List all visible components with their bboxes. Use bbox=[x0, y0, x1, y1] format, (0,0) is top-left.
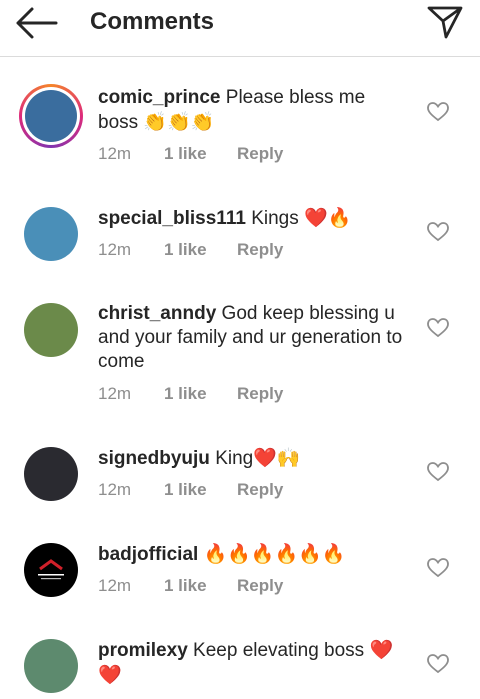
avatar[interactable] bbox=[19, 84, 83, 148]
comment-username[interactable]: badjofficial bbox=[98, 544, 198, 565]
comment-text: special_bliss111 Kings ❤️🔥 bbox=[98, 206, 403, 231]
brand-logo-icon bbox=[38, 559, 64, 580]
comment-username[interactable]: comic_prince bbox=[98, 87, 221, 108]
reply-button[interactable]: Reply bbox=[237, 239, 283, 261]
comment-time: 12m bbox=[98, 576, 132, 595]
comment-text: promilexy Keep elevating boss ❤️❤️ bbox=[98, 638, 403, 688]
comment-emoji: 👏👏👏 bbox=[143, 111, 215, 133]
comment-text: signedbyuju King❤️🙌 bbox=[98, 446, 403, 471]
reply-button[interactable]: Reply bbox=[237, 479, 283, 501]
heart-icon[interactable] bbox=[427, 102, 449, 122]
comment-meta: 12m 1 like Reply bbox=[98, 479, 283, 501]
arrow-left-icon[interactable] bbox=[14, 6, 58, 40]
comment-username[interactable]: signedbyuju bbox=[98, 448, 210, 469]
comment-text: christ_anndy God keep blessing u and you… bbox=[98, 302, 403, 374]
avatar[interactable] bbox=[24, 543, 78, 597]
page-title: Comments bbox=[90, 8, 215, 35]
comment-time: 12m bbox=[98, 240, 132, 259]
comment-body: Keep elevating boss bbox=[193, 640, 365, 661]
reply-button[interactable]: Reply bbox=[237, 575, 283, 597]
comment-body: Kings bbox=[251, 208, 299, 229]
comment-meta: 12m 1 like Reply bbox=[98, 239, 283, 261]
paper-plane-icon[interactable] bbox=[426, 4, 464, 40]
comment-likes[interactable]: 1 like bbox=[164, 239, 237, 261]
comment-text: comic_prince Please bless me boss 👏👏👏 bbox=[98, 86, 403, 135]
heart-icon[interactable] bbox=[427, 318, 449, 338]
comment-meta: 12m 1 like Reply bbox=[98, 575, 283, 597]
comment-emoji: ❤️🙌 bbox=[253, 447, 301, 469]
comment-meta: 12m 1 like Reply bbox=[98, 383, 283, 405]
header-bar: Comments bbox=[0, 0, 480, 57]
avatar[interactable] bbox=[24, 447, 78, 501]
comment-emoji: 🔥🔥🔥🔥🔥🔥 bbox=[203, 543, 346, 565]
comment-likes[interactable]: 1 like bbox=[164, 143, 237, 165]
avatar[interactable] bbox=[24, 303, 78, 357]
comment-emoji: ❤️🔥 bbox=[304, 207, 352, 229]
heart-icon[interactable] bbox=[427, 222, 449, 242]
comment-likes[interactable]: 1 like bbox=[164, 575, 237, 597]
comment-text: badjofficial 🔥🔥🔥🔥🔥🔥 bbox=[98, 542, 403, 567]
comment-time: 12m bbox=[98, 144, 132, 163]
comment-meta: 12m 1 like Reply bbox=[98, 143, 283, 165]
comment-time: 12m bbox=[98, 384, 132, 403]
comment-username[interactable]: christ_anndy bbox=[98, 303, 216, 324]
comment-time: 12m bbox=[98, 480, 132, 499]
heart-icon[interactable] bbox=[427, 654, 449, 674]
heart-icon[interactable] bbox=[427, 558, 449, 578]
heart-icon[interactable] bbox=[427, 462, 449, 482]
comment-body: King bbox=[215, 448, 254, 469]
reply-button[interactable]: Reply bbox=[237, 383, 283, 405]
comment-username[interactable]: promilexy bbox=[98, 640, 188, 661]
avatar[interactable] bbox=[24, 207, 78, 261]
comment-likes[interactable]: 1 like bbox=[164, 383, 237, 405]
comment-likes[interactable]: 1 like bbox=[164, 479, 237, 501]
avatar[interactable] bbox=[24, 639, 78, 693]
reply-button[interactable]: Reply bbox=[237, 143, 283, 165]
comment-username[interactable]: special_bliss111 bbox=[98, 208, 246, 229]
